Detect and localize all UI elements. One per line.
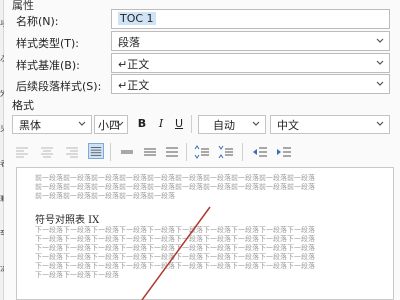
next-style-select[interactable]: ↵正文	[111, 74, 390, 94]
chevron-down-icon	[116, 121, 124, 126]
align-justify-icon[interactable]	[88, 143, 104, 159]
font-size-select[interactable]: 小四	[94, 115, 128, 134]
single-spacing-icon[interactable]	[119, 144, 135, 160]
preview-before-line: 前一段落前一段落前一段落前一段落前一段落	[35, 192, 175, 200]
name-field[interactable]: TOC 1	[111, 9, 390, 29]
chevron-down-icon	[376, 121, 384, 126]
style-type-select[interactable]: 段落	[111, 31, 390, 51]
toolbar-separator	[186, 143, 187, 161]
space-before-decrease-icon[interactable]	[218, 144, 234, 160]
chevron-down-icon	[376, 60, 384, 65]
background-document-char: 籍	[0, 195, 4, 204]
align-right-icon[interactable]	[64, 144, 80, 160]
preview-after-line: 下一段落下一段落下一段落	[35, 271, 119, 279]
font-color-value: 自动	[213, 119, 235, 132]
font-value: 黑体	[19, 119, 41, 132]
properties-group-title: 属性	[12, 0, 34, 12]
font-select[interactable]: 黑体	[12, 115, 92, 134]
style-type-label: 样式类型(T):	[16, 37, 80, 50]
preview-before-line: 前一段落前一段落前一段落前一段落前一段落前一段落前一段落前一段落前一段落前一段落	[35, 183, 315, 191]
chevron-down-icon	[376, 38, 384, 43]
underline-button[interactable]: U	[171, 116, 187, 132]
background-document-char: 举	[0, 230, 4, 239]
language-select[interactable]: 中文	[270, 115, 390, 134]
modify-style-dialog: 属性 名称(N): TOC 1 样式类型(T): 段落 样式基准(B): ↵正文…	[4, 0, 400, 300]
one-half-spacing-icon[interactable]	[142, 144, 158, 160]
chevron-down-icon	[252, 121, 260, 126]
style-type-value: 段落	[118, 36, 140, 49]
background-document-char: 项	[0, 20, 4, 29]
space-before-increase-icon[interactable]	[194, 144, 210, 160]
annotation-line	[141, 206, 211, 300]
decrease-indent-icon[interactable]	[252, 144, 268, 160]
double-spacing-icon[interactable]	[164, 144, 180, 160]
italic-button[interactable]: I	[153, 116, 169, 132]
background-document-char: 次	[0, 55, 4, 64]
toolbar-separator	[191, 115, 192, 133]
align-center-icon[interactable]	[39, 144, 55, 160]
increase-indent-icon[interactable]	[276, 144, 292, 160]
preview-before-line: 前一段落前一段落前一段落前一段落前一段落前一段落前一段落前一段落前一段落前一段落	[35, 174, 315, 182]
next-style-label: 后续段落样式(S):	[16, 80, 102, 93]
background-document-char: 见	[0, 125, 4, 134]
font-color-select[interactable]: 自动	[198, 115, 266, 134]
toolbar-separator	[110, 143, 111, 161]
based-on-label: 样式基准(B):	[16, 59, 80, 72]
toolbar-separator	[242, 143, 243, 161]
name-label: 名称(N):	[16, 15, 59, 28]
chevron-down-icon	[376, 81, 384, 86]
background-document-char: 流	[0, 265, 4, 274]
align-left-icon[interactable]	[14, 144, 30, 160]
background-document-char: 表	[0, 160, 4, 169]
next-style-value: ↵正文	[118, 79, 150, 92]
chevron-down-icon	[78, 121, 86, 126]
background-document-char: 外	[0, 90, 4, 99]
name-value: TOC 1	[118, 12, 156, 25]
bold-button[interactable]: B	[134, 116, 150, 132]
based-on-select[interactable]: ↵正文	[111, 53, 390, 73]
language-value: 中文	[277, 119, 299, 132]
based-on-value: ↵正文	[118, 58, 150, 71]
preview-sample-text: 符号对照表 IX	[35, 215, 100, 226]
format-group-title: 格式	[12, 99, 34, 112]
